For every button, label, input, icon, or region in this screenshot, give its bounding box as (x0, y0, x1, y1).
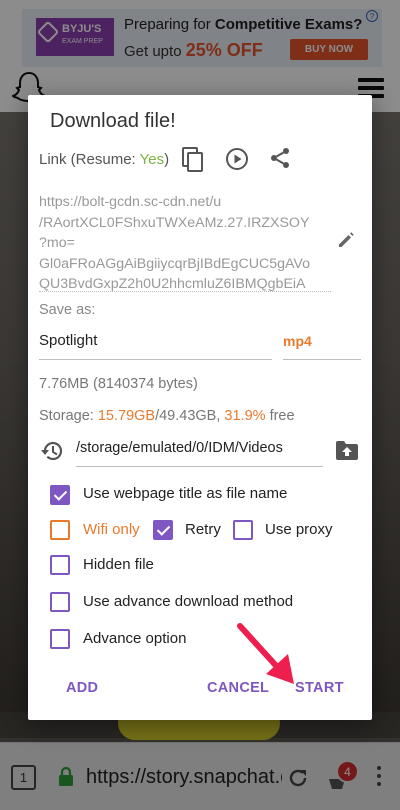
checkbox-wifi-only[interactable] (50, 520, 70, 540)
save-path-input[interactable]: /storage/emulated/0/IDM/Videos (76, 435, 323, 467)
label-hidden-file: Hidden file (83, 556, 154, 573)
link-label: Link (Resume: (39, 151, 140, 168)
url-line: https://bolt-gcdn.sc-cdn.net/u (39, 194, 222, 210)
extension-input[interactable]: mp4 (283, 322, 361, 360)
checkbox-webpage-title[interactable] (50, 485, 70, 505)
download-url-field[interactable]: https://bolt-gcdn.sc-cdn.net/u /RAortXCL… (39, 192, 331, 292)
file-size-text: 7.76MB (8140374 bytes) (39, 376, 198, 392)
storage-used: 15.79GB (97, 408, 156, 424)
storage-label: Storage: (39, 408, 98, 424)
resume-status: Yes (139, 151, 165, 168)
checkbox-advance-option[interactable] (50, 629, 70, 649)
storage-percent: 31.9% (224, 408, 266, 424)
storage-free: free (265, 408, 295, 424)
label-advance-download: Use advance download method (83, 593, 294, 610)
play-icon[interactable] (225, 147, 249, 171)
url-line: ?mo= (39, 235, 75, 251)
edit-pencil-icon[interactable] (336, 230, 356, 250)
storage-total: /49.43GB, (155, 408, 225, 424)
storage-info: Storage: 15.79GB/49.43GB, 31.9% free (39, 408, 295, 424)
checkbox-hidden-file[interactable] (50, 555, 70, 575)
copy-icon[interactable] (182, 147, 204, 173)
label-webpage-title: Use webpage title as file name (83, 485, 288, 502)
add-button[interactable]: ADD (66, 680, 98, 696)
history-icon[interactable] (39, 438, 65, 464)
label-wifi-only: Wifi only (83, 521, 140, 538)
label-use-proxy: Use proxy (265, 521, 333, 538)
label-advance-option: Advance option (83, 630, 187, 647)
red-arrow-annotation-icon (237, 623, 294, 684)
filename-input[interactable]: Spotlight (39, 322, 272, 360)
checkbox-advance-download[interactable] (50, 592, 70, 612)
download-dialog: Download file! Link (Resume: Yes) https:… (28, 95, 372, 720)
share-icon[interactable] (268, 146, 292, 170)
folder-upload-icon[interactable] (335, 439, 359, 461)
link-resume-label: Link (Resume: Yes) (39, 151, 169, 168)
save-as-label: Save as: (39, 302, 96, 318)
label-retry: Retry (185, 521, 221, 538)
start-button[interactable]: START (295, 680, 344, 696)
checkbox-use-proxy[interactable] (233, 520, 253, 540)
checkbox-retry[interactable] (153, 520, 173, 540)
link-label-end: ) (164, 151, 170, 168)
url-line: Gl0aFRoAGgAiBgiiycqrBjIBdEgCUC5gAVo (39, 255, 310, 272)
url-line: QU3BvdGxpZ2h0U2hhcmluZ6IBMQgbEiA (39, 276, 306, 292)
dialog-title: Download file! (50, 110, 176, 132)
url-line: /RAortXCL0FShxuTWXeAMz.27.IRZXSOY (39, 214, 310, 231)
